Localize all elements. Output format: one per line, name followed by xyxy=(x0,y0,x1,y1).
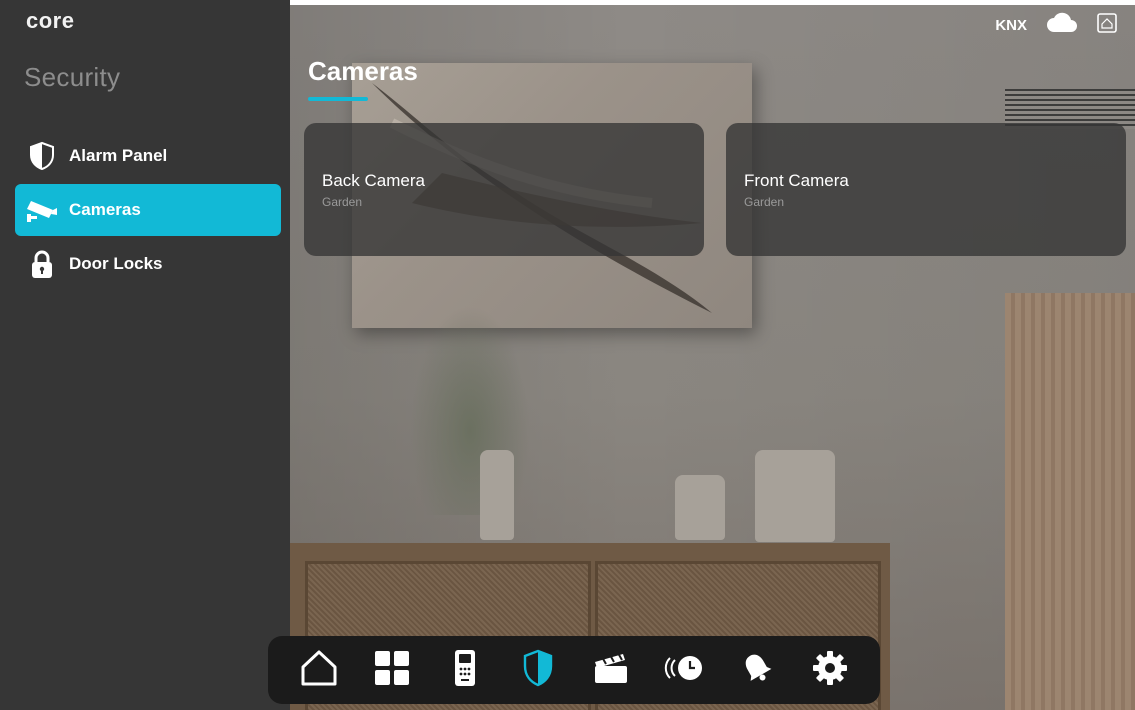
cloud-icon[interactable] xyxy=(1045,12,1079,39)
sidebar-item-door-locks[interactable]: Door Locks xyxy=(15,238,281,290)
bottom-dock xyxy=(268,636,880,704)
dock-schedule-button[interactable] xyxy=(662,648,706,692)
app-root: core Security Alarm Panel Cameras Door L… xyxy=(0,0,1135,710)
dock-scenes-button[interactable] xyxy=(589,648,633,692)
camera-icon xyxy=(25,193,59,227)
grid-icon xyxy=(374,650,409,690)
sidebar-item-label: Door Locks xyxy=(69,254,163,273)
dock-security-button[interactable] xyxy=(516,648,560,692)
sidebar-item-label: Alarm Panel xyxy=(69,146,168,165)
dock-settings-button[interactable] xyxy=(808,648,852,692)
dock-rooms-button[interactable] xyxy=(370,648,414,692)
vase xyxy=(480,450,514,540)
notifications-icon xyxy=(739,650,775,691)
camera-name: Back Camera xyxy=(322,171,425,190)
knx-status-label[interactable]: KNX xyxy=(995,17,1027,34)
dock-intercom-button[interactable] xyxy=(443,648,487,692)
section-title: Security xyxy=(24,62,121,92)
sidebar-nav: Alarm Panel Cameras Door Locks xyxy=(15,130,281,292)
home-icon xyxy=(299,649,339,692)
shield-icon xyxy=(523,649,553,692)
camera-location: Garden xyxy=(744,195,785,209)
sidebar-item-cameras[interactable]: Cameras xyxy=(15,184,281,236)
intercom-icon xyxy=(454,649,476,692)
settings-icon xyxy=(812,650,848,691)
camera-name: Front Camera xyxy=(744,171,849,190)
vase xyxy=(755,450,835,542)
sidebar: core Security Alarm Panel Cameras Door L… xyxy=(0,0,290,710)
title-underline xyxy=(308,97,368,101)
camera-location: Garden xyxy=(322,195,363,209)
brand-logo: core xyxy=(26,8,75,33)
schedule-icon xyxy=(664,653,704,688)
lock-icon xyxy=(25,247,59,281)
background-room-image xyxy=(290,5,1135,710)
camera-card-back[interactable]: Back Camera Garden xyxy=(304,123,704,256)
dock-home-button[interactable] xyxy=(297,648,341,692)
sidebar-item-label: Cameras xyxy=(69,200,141,219)
camera-card-front[interactable]: Front Camera Garden xyxy=(726,123,1126,256)
gateway-icon[interactable] xyxy=(1097,13,1117,38)
status-bar: KNX xyxy=(995,12,1117,39)
sidebar-item-alarm-panel[interactable]: Alarm Panel xyxy=(15,130,281,182)
vase xyxy=(675,475,725,540)
page-title: Cameras xyxy=(308,56,418,86)
shield-icon xyxy=(25,139,59,173)
scenes-icon xyxy=(593,652,629,689)
dock-notifications-button[interactable] xyxy=(735,648,779,692)
wooden-door xyxy=(1005,293,1135,710)
